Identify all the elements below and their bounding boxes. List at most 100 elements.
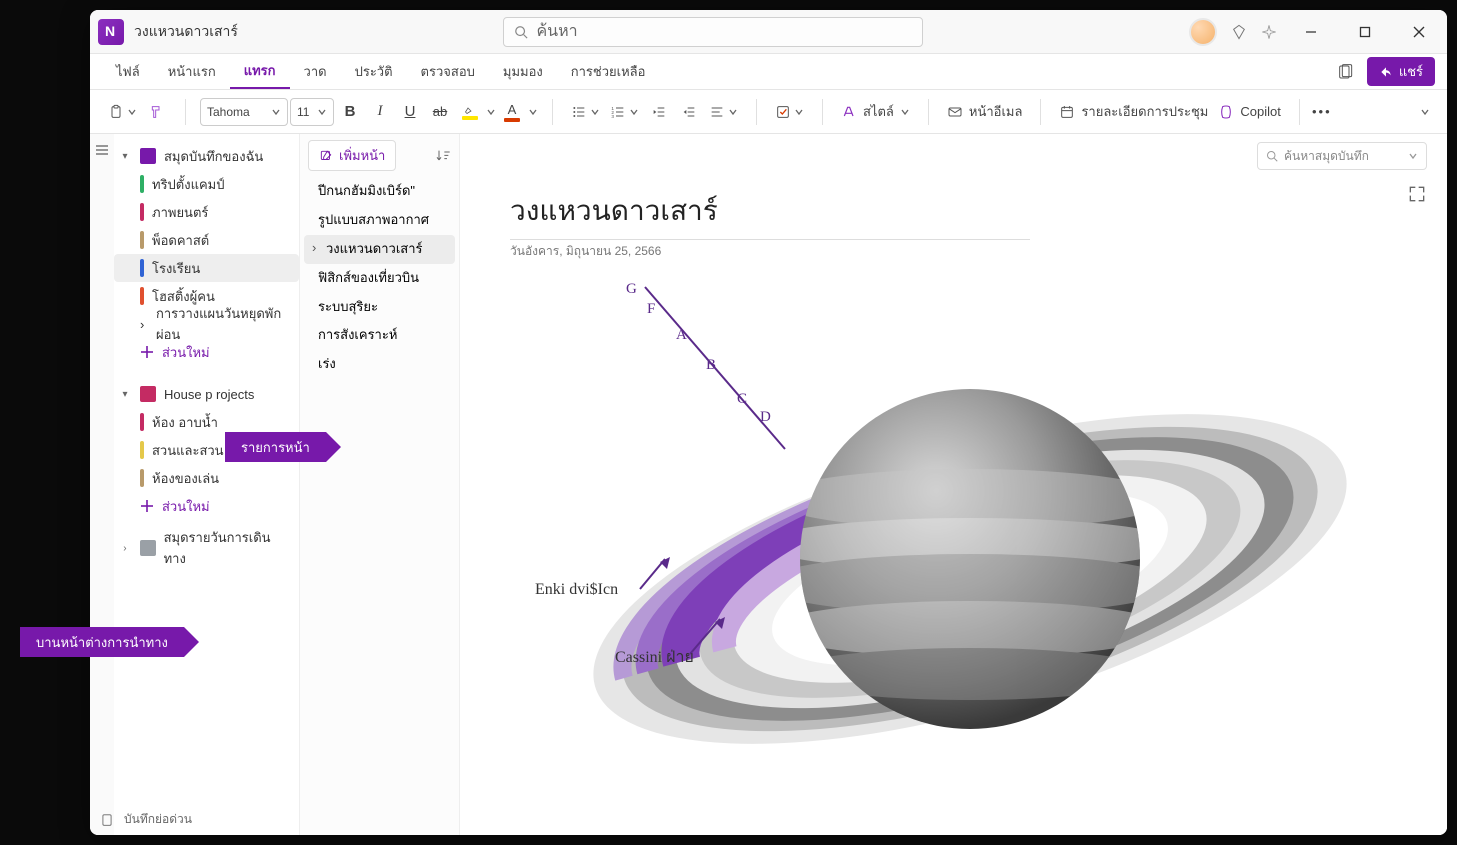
tab-insert[interactable]: แทรก xyxy=(230,54,290,89)
page-item-2[interactable]: รูปแบบสภาพอากาศ xyxy=(300,206,459,235)
annotation-cassini: Cassini ฝ่าย xyxy=(615,645,694,670)
strikethrough-button[interactable]: ab xyxy=(426,97,454,127)
chevron-down-icon xyxy=(1408,151,1418,161)
italic-button[interactable]: I xyxy=(366,97,394,127)
tab-draw[interactable]: วาด xyxy=(290,54,341,89)
close-button[interactable] xyxy=(1399,17,1439,47)
meeting-details-label: รายละเอียดการประชุม xyxy=(1081,101,1208,122)
page-item-7[interactable]: เร่ง xyxy=(300,350,459,379)
tab-history[interactable]: ประวัติ xyxy=(341,54,407,89)
font-color-button[interactable]: A xyxy=(498,97,526,127)
tab-home[interactable]: หน้าแรก xyxy=(154,54,230,89)
notebooks-panel: ▾ สมุดบันทึกของฉัน ทริปตั้งแคมป์ ภาพยนตร… xyxy=(114,134,300,835)
copilot-icon xyxy=(1218,104,1234,120)
section-movies[interactable]: ภาพยนตร์ xyxy=(114,198,299,226)
copilot-label: Copilot xyxy=(1240,104,1280,119)
font-name-value: Tahoma xyxy=(207,105,250,119)
quick-notes[interactable]: บันทึกย่อด่วน xyxy=(100,810,192,829)
section-label: ห้องของเล่น xyxy=(152,468,219,489)
align-button[interactable] xyxy=(705,97,742,127)
maximize-button[interactable] xyxy=(1345,17,1385,47)
ring-label-c: C xyxy=(737,391,747,408)
page-mode-icon[interactable] xyxy=(1337,64,1353,80)
canvas-search[interactable]: ค้นหาสมุดบันทึก xyxy=(1257,142,1427,170)
section-podcast[interactable]: พ็อดคาสต์ xyxy=(114,226,299,254)
paste-button[interactable] xyxy=(104,97,141,127)
highlight-color-button[interactable] xyxy=(456,97,484,127)
bullet-list-button[interactable] xyxy=(567,97,604,127)
minimize-button[interactable] xyxy=(1291,17,1331,47)
page-item-4[interactable]: ฟิสิกส์ของเที่ยวบิน xyxy=(300,264,459,293)
ring-label-a: A xyxy=(676,327,687,344)
tab-help[interactable]: การช่วยเหลือ xyxy=(557,54,660,89)
section-label: โรงเรียน xyxy=(152,258,200,279)
notebook-travel[interactable]: › สมุดรายวันการเดินทาง xyxy=(114,534,299,562)
add-section-label: ส่วนใหม่ xyxy=(162,342,210,363)
section-vacation[interactable]: ›การวางแผนวันหยุดพักผ่อน xyxy=(114,310,299,338)
svg-text:3: 3 xyxy=(611,114,614,119)
notebook-icon xyxy=(140,540,156,556)
tab-file[interactable]: ไฟล์ xyxy=(102,54,154,89)
formatting-toolbar: Tahoma 11 B I U ab A 123 สไตล์ xyxy=(90,90,1447,134)
search-icon xyxy=(1266,150,1278,162)
section-trip[interactable]: ทริปตั้งแคมป์ xyxy=(114,170,299,198)
note-canvas[interactable]: ค้นหาสมุดบันทึก วงแหวนดาวเสาร์ วันอังคาร… xyxy=(460,134,1447,835)
more-options-button[interactable]: ••• xyxy=(1308,97,1336,127)
global-search-box[interactable]: ค้นหา xyxy=(503,17,923,47)
highlight-dropdown[interactable] xyxy=(486,107,496,117)
callout-nav-pane: บานหน้าต่างการนำทาง xyxy=(20,627,184,657)
bold-button[interactable]: B xyxy=(336,97,364,127)
add-page-label: เพิ่มหน้า xyxy=(339,145,385,166)
page-item-1[interactable]: ปีกนกฮัมมิงเบิร์ด" xyxy=(300,177,459,206)
copilot-button[interactable]: Copilot xyxy=(1214,97,1284,127)
section-play[interactable]: ห้องของเล่น xyxy=(114,464,299,492)
title-bar: วงแหวนดาวเสาร์ ค้นหา xyxy=(90,10,1447,54)
quick-notes-label: บันทึกย่อด่วน xyxy=(124,810,192,829)
section-label: สวนและสวน xyxy=(152,440,224,461)
email-page-label: หน้าอีเมล xyxy=(969,101,1023,122)
add-page-button[interactable]: เพิ่มหน้า xyxy=(308,140,396,171)
nav-toggle[interactable] xyxy=(90,134,114,835)
font-size-value: 11 xyxy=(297,105,309,119)
ring-label-d: D xyxy=(760,409,771,426)
tab-review[interactable]: ตรวจสอบ xyxy=(407,54,489,89)
section-label: ทริปตั้งแคมป์ xyxy=(152,174,225,195)
section-label: ห้อง อาบน้ำ xyxy=(152,412,218,433)
page-item-6[interactable]: การสังเคราะห์ xyxy=(300,321,459,350)
font-color-dropdown[interactable] xyxy=(528,107,538,117)
styles-button[interactable]: สไตล์ xyxy=(837,97,914,127)
share-label: แชร์ xyxy=(1399,61,1423,82)
notebook-house[interactable]: ▾ House p rojects xyxy=(114,380,299,408)
notebook-label: สมุดบันทึกของฉัน xyxy=(164,146,263,167)
numbered-list-button[interactable]: 123 xyxy=(606,97,643,127)
underline-button[interactable]: U xyxy=(396,97,424,127)
ring-label-b: B xyxy=(706,357,716,374)
font-size-selector[interactable]: 11 xyxy=(290,98,334,126)
page-item-3[interactable]: วงแหวนดาวเสาร์ xyxy=(304,235,455,264)
outdent-button[interactable] xyxy=(645,97,673,127)
sparkle-icon[interactable] xyxy=(1261,24,1277,40)
email-page-button[interactable]: หน้าอีเมล xyxy=(943,97,1027,127)
notebook-my[interactable]: ▾ สมุดบันทึกของฉัน xyxy=(114,142,299,170)
sort-icon[interactable] xyxy=(435,148,451,164)
meeting-details-button[interactable]: รายละเอียดการประชุม xyxy=(1055,97,1212,127)
tab-view[interactable]: มุมมอง xyxy=(489,54,557,89)
add-section-label: ส่วนใหม่ xyxy=(162,496,210,517)
todo-tag-button[interactable] xyxy=(771,97,808,127)
ribbon-collapse-button[interactable] xyxy=(1411,97,1439,127)
add-section-2[interactable]: ส่วนใหม่ xyxy=(114,492,299,520)
section-school[interactable]: โรงเรียน xyxy=(114,254,299,282)
add-section-1[interactable]: ส่วนใหม่ xyxy=(114,338,299,366)
diamond-icon[interactable] xyxy=(1231,24,1247,40)
saturn-diagram: G F A B C D Enki dvi$Icn Cassini ฝ่าย xyxy=(520,279,1350,835)
fullscreen-button[interactable] xyxy=(1407,184,1427,204)
page-title[interactable]: วงแหวนดาวเสาร์ xyxy=(510,189,1030,240)
user-avatar[interactable] xyxy=(1189,18,1217,46)
indent-button[interactable] xyxy=(675,97,703,127)
notebook-label: House p rojects xyxy=(164,387,254,402)
share-icon xyxy=(1379,65,1393,79)
page-item-5[interactable]: ระบบสุริยะ xyxy=(300,293,459,322)
font-name-selector[interactable]: Tahoma xyxy=(200,98,288,126)
share-button[interactable]: แชร์ xyxy=(1367,57,1435,86)
format-painter-button[interactable] xyxy=(143,97,171,127)
